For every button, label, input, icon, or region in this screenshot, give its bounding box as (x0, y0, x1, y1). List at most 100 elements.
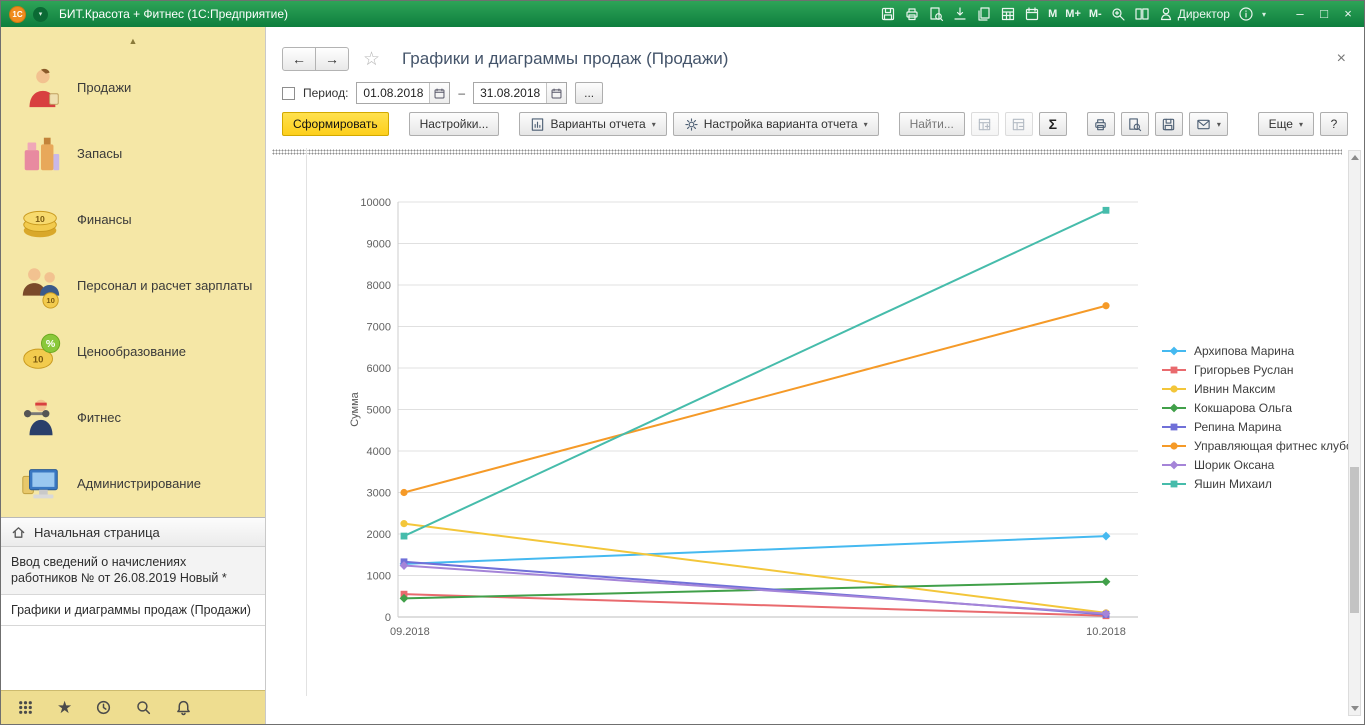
sidebar-item-label: Ценообразование (77, 344, 186, 360)
svg-text:5000: 5000 (367, 405, 391, 417)
calendar-icon[interactable] (1024, 6, 1040, 22)
expand-groups-button (971, 112, 999, 136)
svg-text:10000: 10000 (360, 197, 391, 209)
memory-m-plus-button[interactable]: M+ (1065, 8, 1081, 20)
gear-icon (684, 117, 699, 132)
svg-text:10.2018: 10.2018 (1086, 626, 1126, 638)
period-checkbox[interactable] (282, 87, 295, 100)
more-button[interactable]: Еще ▾ (1258, 112, 1314, 136)
save-icon (1161, 117, 1176, 132)
section-panel: ▲ Продажи Запасы10Финансы10Персонал и рас… (1, 27, 266, 724)
search-icon[interactable] (135, 699, 152, 716)
sidebar-item-label: Продажи (77, 80, 131, 96)
zoom-icon[interactable] (1110, 6, 1126, 22)
period-from-field[interactable]: 01.08.2018 (356, 82, 450, 104)
copy-icon[interactable] (976, 6, 992, 22)
panels-icon[interactable] (1134, 6, 1150, 22)
calculator-icon[interactable] (1000, 6, 1016, 22)
main-menu-button[interactable]: ▾ (33, 7, 48, 22)
chevron-down-icon: ▾ (864, 120, 868, 129)
print-icon (1093, 117, 1108, 132)
print-button[interactable] (1087, 112, 1115, 136)
spreadsheet-column-line (306, 148, 307, 696)
forward-button[interactable]: → (315, 47, 349, 71)
settings-button[interactable]: Настройки... (409, 112, 500, 136)
period-to-value[interactable]: 31.08.2018 (474, 86, 546, 100)
scroll-down-button[interactable] (1349, 703, 1360, 715)
save-report-button[interactable] (1155, 112, 1183, 136)
favorites-icon[interactable]: ★ (57, 699, 72, 716)
favorite-star-icon[interactable]: ☆ (363, 48, 380, 71)
stock-icon (18, 131, 64, 177)
find-button[interactable]: Найти... (899, 112, 965, 136)
calendar-icon (550, 87, 563, 100)
sections-scroll-up[interactable]: ▲ (1, 27, 265, 55)
period-to-field[interactable]: 31.08.2018 (473, 82, 567, 104)
period-more-button[interactable]: ... (575, 82, 603, 104)
sidebar-item-fitness[interactable]: Фитнес (1, 385, 265, 451)
home-icon (11, 525, 26, 540)
sum-button[interactable]: Σ (1039, 112, 1067, 136)
scroll-up-icon: ▲ (129, 36, 138, 46)
menu-grid-icon[interactable] (17, 699, 34, 716)
period-from-calendar-button[interactable] (429, 83, 449, 103)
sidebar-item-admin[interactable]: Администрирование (1, 451, 265, 517)
fitness-icon (18, 395, 64, 441)
sidebar-item-sales[interactable]: Продажи (1, 55, 265, 121)
history-icon[interactable] (95, 699, 112, 716)
scrollbar-thumb[interactable] (1350, 467, 1359, 614)
legend-item: Управляющая фитнес клубом (1161, 438, 1361, 453)
minimize-button[interactable]: – (1292, 6, 1308, 22)
generate-button[interactable]: Сформировать (282, 112, 389, 136)
report-output: 0100020003000400050006000700080009000100… (266, 145, 1364, 724)
open-window-item[interactable]: Ввод сведений о начислениях работников №… (1, 547, 265, 595)
chevron-down-icon: ▾ (652, 120, 656, 129)
variant-setup-button[interactable]: Настройка варианта отчета ▾ (673, 112, 879, 136)
sidebar-item-home[interactable]: Начальная страница (1, 517, 265, 547)
section-splitter[interactable] (272, 149, 1342, 155)
sidebar-item-label: Фитнес (77, 410, 121, 426)
sidebar-item-stock[interactable]: Запасы (1, 121, 265, 187)
print-icon[interactable] (904, 6, 920, 22)
report-variants-label: Варианты отчета (550, 117, 645, 131)
period-row: Период: 01.08.2018 – 31.08.2018 ... (266, 77, 1364, 109)
user-name: Директор (1178, 7, 1230, 21)
send-email-button[interactable]: ▾ (1189, 112, 1228, 136)
memory-m-minus-button[interactable]: M- (1089, 8, 1102, 20)
export-icon[interactable] (952, 6, 968, 22)
period-to-calendar-button[interactable] (546, 83, 566, 103)
legend-marker-icon (1161, 345, 1187, 357)
window-close-button[interactable]: × (1340, 6, 1356, 22)
legend-item: Шорик Оксана (1161, 457, 1361, 472)
legend-item: Яшин Михаил (1161, 476, 1361, 491)
preview-button[interactable] (1121, 112, 1149, 136)
current-user[interactable]: Директор (1158, 6, 1230, 22)
window-title: БИТ.Красота + Фитнес (1С:Предприятие) (59, 7, 873, 21)
vertical-scrollbar[interactable] (1348, 150, 1361, 716)
info-chevron-icon[interactable]: ▾ (1262, 10, 1266, 19)
save-icon[interactable] (880, 6, 896, 22)
sidebar-item-finance[interactable]: 10Финансы (1, 187, 265, 253)
more-label: Еще (1269, 117, 1293, 131)
open-window-item[interactable]: Графики и диаграммы продаж (Продажи) (1, 595, 265, 626)
report-variants-button[interactable]: Варианты отчета ▾ (519, 112, 666, 136)
svg-text:6000: 6000 (367, 363, 391, 375)
print-preview-icon[interactable] (928, 6, 944, 22)
legend-marker-icon (1161, 383, 1187, 395)
back-button[interactable]: ← (282, 47, 316, 71)
memory-m-button[interactable]: M (1048, 8, 1057, 20)
period-from-value[interactable]: 01.08.2018 (357, 86, 429, 100)
legend-item: Кокшарова Ольга (1161, 400, 1361, 415)
sidebar-item-staff[interactable]: 10Персонал и расчет зарплаты (1, 253, 265, 319)
finance-icon: 10 (18, 197, 64, 243)
close-form-icon[interactable]: × (1333, 50, 1350, 68)
sidebar-item-pricing[interactable]: 10%Ценообразование (1, 319, 265, 385)
scroll-up-button[interactable] (1349, 151, 1360, 163)
maximize-button[interactable]: □ (1316, 6, 1332, 22)
report-icon (530, 117, 545, 132)
help-button[interactable]: ? (1320, 112, 1348, 136)
legend-label: Григорьев Руслан (1194, 363, 1293, 377)
notifications-bell-icon[interactable] (175, 699, 192, 716)
form-header: ← → ☆ Графики и диаграммы продаж (Продаж… (266, 27, 1364, 77)
info-icon[interactable] (1238, 6, 1254, 22)
